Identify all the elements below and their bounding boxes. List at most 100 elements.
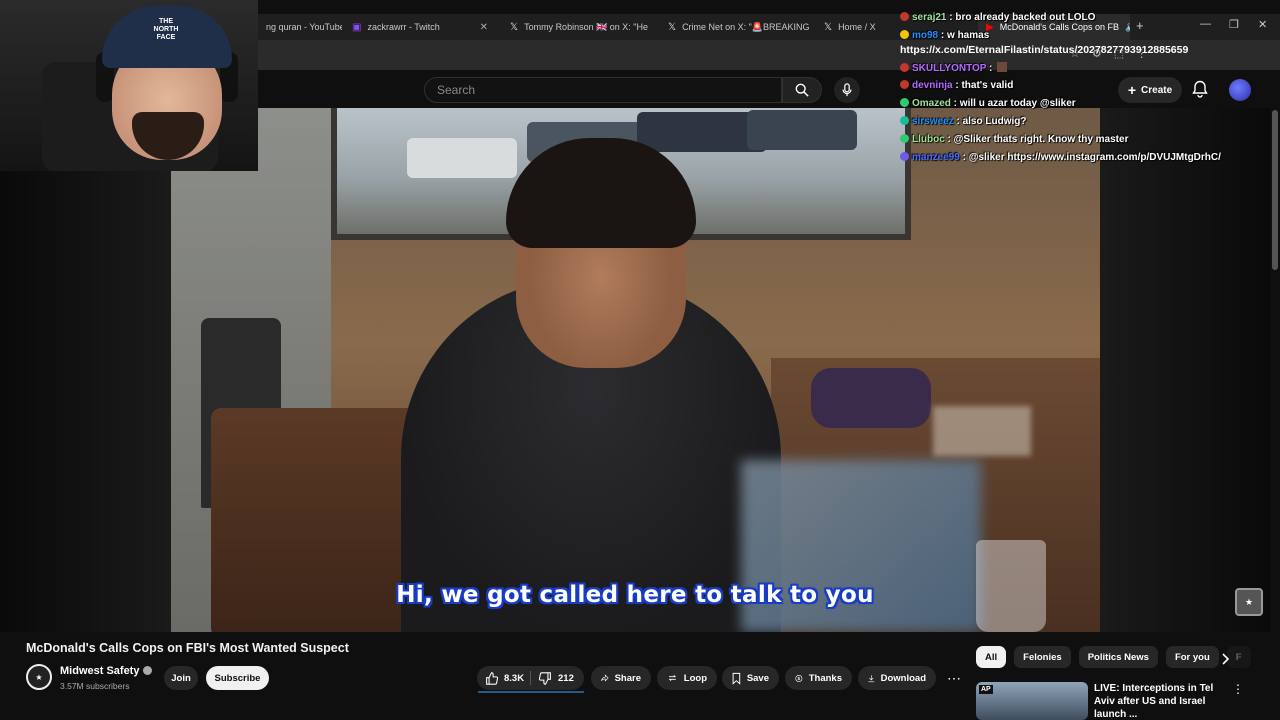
save-button[interactable]: Save [722, 666, 779, 690]
notifications-button[interactable] [1192, 80, 1208, 103]
subscriber-count: 3.57M subscribers [60, 681, 130, 691]
tab-twitch[interactable]: ▣ zackrawrr - Twitch ✕ [344, 14, 496, 40]
like-divider [530, 671, 531, 685]
search-input[interactable] [425, 78, 781, 102]
dislike-button[interactable]: 212 [539, 666, 574, 690]
share-button[interactable]: Share [591, 666, 651, 690]
recommended-thumbnail[interactable]: AP [976, 682, 1088, 720]
search-button[interactable] [782, 77, 822, 103]
video-player[interactable]: Hi, we got called here to talk to you ★ [0, 108, 1270, 632]
verified-icon [143, 666, 153, 675]
tab-tommy-robinson[interactable]: 𝕏 Tommy Robinson 🇬🇧 on X: "He ✕ [502, 14, 654, 40]
account-avatar[interactable] [1229, 79, 1251, 101]
chat-badge-icon [900, 12, 909, 21]
chip-politics-news[interactable]: Politics News [1078, 646, 1158, 668]
chat-text: @sliker https://www.instagram.com/p/DVUJ… [968, 152, 1221, 163]
thumbs-down-icon [539, 671, 551, 685]
video-frame [171, 108, 1100, 632]
tab-label: ng quran - YouTube [266, 22, 342, 32]
chip-truncated[interactable]: F [1226, 646, 1251, 668]
scrollbar-thumb[interactable] [1272, 110, 1278, 270]
restore-icon[interactable]: ❐ [1229, 18, 1239, 31]
create-button[interactable]: + Create [1118, 77, 1182, 103]
chat-username: seraj21 [912, 12, 947, 23]
kebab-menu-icon[interactable]: ⋮ [1232, 682, 1244, 696]
more-actions-icon[interactable]: ⋯ [943, 666, 965, 690]
search-box [424, 77, 782, 103]
chat-text: will u azar today @sliker [959, 98, 1076, 109]
tab-home-x[interactable]: 𝕏 Home / X [816, 14, 900, 40]
dislike-count: 212 [558, 672, 574, 684]
channel-watermark-icon[interactable]: ★ [1235, 588, 1263, 616]
recommended-title[interactable]: LIVE: Interceptions in Tel Aviv after US… [1094, 682, 1224, 720]
download-button[interactable]: Download [858, 666, 936, 690]
x-icon: 𝕏 [668, 21, 677, 33]
twitch-icon: ▣ [352, 21, 362, 33]
channel-avatar[interactable]: ★ [26, 664, 52, 690]
chat-text: that's valid [961, 80, 1014, 91]
subscribe-button[interactable]: Subscribe [206, 666, 269, 690]
chip-for-you[interactable]: For you [1165, 646, 1219, 668]
chat-username: sirsweez [912, 116, 954, 127]
tab-quran[interactable]: ng quran - YouTube ✕ [258, 14, 342, 40]
chat-username: manzee99 [912, 152, 960, 163]
channel-name-text: Midwest Safety [60, 665, 140, 677]
chat-username: Omazed [912, 98, 951, 109]
minimize-icon[interactable]: — [1200, 18, 1211, 30]
chat-text: bro already backed out LOLO [955, 12, 1096, 23]
tab-label: Crime Net on X: "🚨BREAKING [682, 21, 810, 32]
chat-username: SKULLYONTOP [912, 63, 987, 74]
thanks-icon: $ [795, 674, 803, 682]
chip-felonies[interactable]: Felonies [1014, 646, 1071, 668]
bell-icon [1192, 80, 1208, 98]
thanks-button[interactable]: $ Thanks [785, 666, 852, 690]
x-icon: 𝕏 [824, 21, 833, 33]
star-icon[interactable]: ☆ [1070, 47, 1080, 60]
chat-text: w hamas [947, 30, 990, 41]
extension-icon[interactable]: ⚙ [1092, 47, 1102, 60]
thumbs-up-icon [486, 671, 498, 685]
thanks-label: Thanks [808, 672, 842, 684]
chip-all[interactable]: All [976, 646, 1007, 668]
chat-badge-icon [900, 63, 909, 72]
close-icon[interactable]: ✕ [480, 22, 488, 33]
beanie-logo: THE NORTH FACE [153, 18, 179, 41]
chat-badge-icon [900, 30, 909, 39]
bookmark-icon [732, 672, 741, 685]
x-icon: 𝕏 [510, 21, 519, 33]
like-count: 8.3K [504, 672, 525, 684]
menu-icon[interactable]: ⋮ [1136, 47, 1147, 60]
chat-username: Lluboc [912, 134, 945, 145]
loop-button[interactable]: Loop [657, 666, 717, 690]
chat-message: mo98 : w hamas [900, 30, 989, 41]
new-tab-button[interactable]: + [1136, 18, 1144, 33]
chat-text: also Ludwig? [962, 116, 1027, 127]
like-underline [478, 691, 584, 693]
chat-badge-icon [900, 152, 909, 161]
video-blur-area [933, 406, 1031, 456]
share-icon [601, 674, 609, 682]
search-icon [795, 83, 809, 97]
like-dislike-group: 8.3K 212 [477, 666, 584, 690]
loop-label: Loop [683, 672, 707, 684]
chevron-right-icon[interactable] [1220, 652, 1230, 670]
join-button[interactable]: Join [164, 666, 198, 690]
chat-message: devninja : that's valid [900, 80, 1013, 91]
channel-name[interactable]: Midwest Safety [60, 665, 153, 677]
chat-message: Omazed : will u azar today @sliker [900, 98, 1076, 109]
close-window-icon[interactable]: ✕ [1258, 18, 1267, 31]
chat-badge-icon [900, 80, 909, 89]
loop-icon [668, 674, 677, 682]
tab-crime-net[interactable]: 𝕏 Crime Net on X: "🚨BREAKING ✕ [660, 14, 812, 40]
speaker-icon[interactable]: 🔊 [1125, 22, 1130, 33]
plus-icon: + [1127, 82, 1137, 98]
like-button[interactable]: 8.3K [485, 666, 524, 690]
voice-search-button[interactable] [834, 77, 860, 103]
address-bar-icons: ☆ ⚙ ⬚ ⋮ [1070, 47, 1147, 60]
chat-message: manzee99 : @sliker https://www.instagram… [900, 152, 1221, 163]
tab-label: Tommy Robinson 🇬🇧 on X: "He [524, 21, 649, 32]
streamer-webcam: THE NORTH FACE [0, 0, 258, 171]
chat-badge-icon [900, 116, 909, 125]
puzzle-icon[interactable]: ⬚ [1114, 47, 1124, 60]
create-label: Create [1141, 84, 1173, 96]
